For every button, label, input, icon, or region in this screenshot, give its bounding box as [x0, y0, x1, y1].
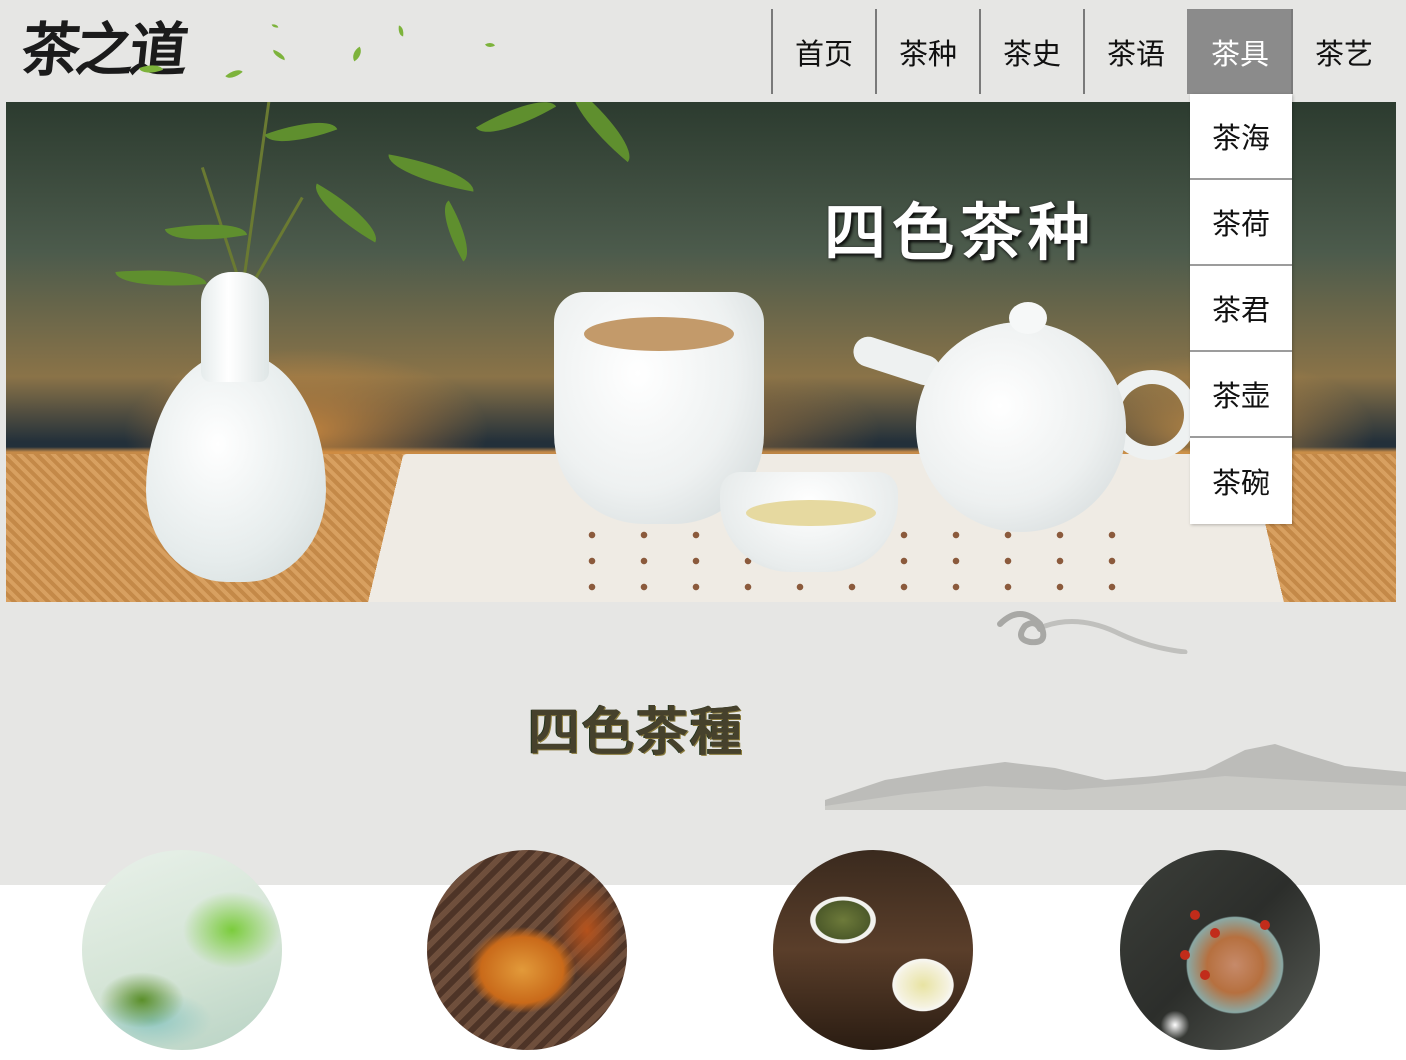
- tea-ware-dropdown-menu: 茶海 茶荷 茶君 茶壶 茶碗: [1190, 94, 1292, 524]
- goji-berry-icon: [1200, 970, 1210, 980]
- cloud-ink-decoration: [997, 611, 1188, 654]
- oolong-tea-image[interactable]: [773, 850, 973, 1050]
- leaf-decoration-icon: [271, 49, 287, 61]
- leaf-decoration-icon: [397, 25, 405, 37]
- logo-text: 茶之道: [18, 16, 188, 84]
- hero-title: 四色茶种: [824, 196, 1097, 269]
- vase-neck: [201, 272, 269, 382]
- plant-leaf-icon: [264, 110, 338, 154]
- nav-item-tea-types[interactable]: 茶种: [875, 9, 979, 94]
- plant-leaf-icon: [164, 215, 248, 249]
- goji-berry-icon: [1190, 910, 1200, 920]
- goji-berry-icon: [1260, 920, 1270, 930]
- plant-leaf-icon: [384, 154, 478, 192]
- green-tea-image[interactable]: [82, 850, 282, 1050]
- nav-label: 首页: [794, 36, 853, 71]
- nav-label: 茶种: [898, 36, 957, 71]
- site-logo[interactable]: 茶之道: [18, 10, 226, 90]
- nav-label: 茶语: [1106, 36, 1165, 71]
- nav-item-tea-ware[interactable]: 茶具: [1187, 9, 1291, 94]
- section-title: 四色茶種: [528, 702, 745, 763]
- dropdown-item-tea-bowl[interactable]: 茶碗: [1190, 438, 1292, 524]
- plant-leaf-icon: [475, 102, 557, 147]
- teapot-lid: [1009, 302, 1047, 334]
- dropdown-item-tea-sea[interactable]: 茶海: [1190, 94, 1292, 180]
- main-nav: 首页 茶种 茶史 茶语 茶具 茶艺: [771, 9, 1395, 94]
- hero-banner: 四色茶种: [6, 102, 1396, 602]
- black-tea-image[interactable]: [427, 850, 627, 1050]
- plant-leaf-icon: [115, 264, 207, 292]
- teapot: [916, 322, 1126, 532]
- ink-mountains-decoration: [825, 744, 1406, 810]
- plant-leaf-icon: [558, 102, 644, 163]
- dropdown-label: 茶君: [1211, 293, 1270, 327]
- dropdown-item-tea-jun[interactable]: 茶君: [1190, 266, 1292, 352]
- nav-item-home[interactable]: 首页: [771, 9, 875, 94]
- nav-label: 茶具: [1210, 36, 1269, 71]
- plant-leaf-icon: [305, 183, 387, 243]
- dropdown-label: 茶荷: [1211, 207, 1270, 241]
- flower-tea-image[interactable]: [1120, 850, 1320, 1050]
- goji-berry-icon: [1210, 928, 1220, 938]
- dropdown-item-teapot[interactable]: 茶壶: [1190, 352, 1292, 438]
- nav-label: 茶艺: [1314, 36, 1373, 71]
- dropdown-label: 茶壶: [1211, 379, 1270, 413]
- leaf-decoration-icon: [485, 40, 495, 50]
- vase: [146, 352, 326, 582]
- dropdown-item-tea-holder[interactable]: 茶荷: [1190, 180, 1292, 266]
- tea-liquid: [584, 317, 734, 351]
- leaf-decoration-icon: [349, 46, 365, 62]
- nav-item-tea-words[interactable]: 茶语: [1083, 9, 1187, 94]
- nav-label: 茶史: [1002, 36, 1061, 71]
- goji-berry-icon: [1180, 950, 1190, 960]
- dropdown-label: 茶碗: [1211, 466, 1270, 500]
- nav-item-tea-history[interactable]: 茶史: [979, 9, 1083, 94]
- tea-liquid: [746, 500, 876, 526]
- leaf-decoration-icon: [225, 65, 243, 83]
- plant-leaf-icon: [433, 200, 479, 262]
- dropdown-label: 茶海: [1211, 121, 1270, 155]
- header: 茶之道 首页 茶种 茶史 茶语 茶具 茶艺: [0, 0, 1406, 102]
- leaf-decoration-icon: [271, 23, 279, 29]
- nav-item-tea-art[interactable]: 茶艺: [1291, 9, 1395, 94]
